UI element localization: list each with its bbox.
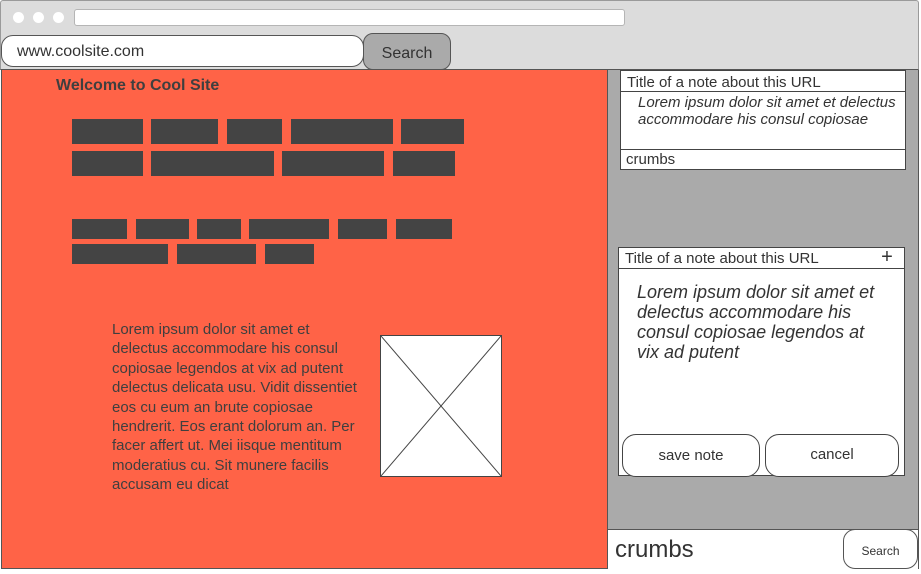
body-paragraph: Lorem ipsum dolor sit amet et delectus a… <box>112 321 357 494</box>
link-block[interactable] <box>177 244 256 264</box>
cancel-button[interactable]: cancel <box>765 434 899 477</box>
nav-link-block[interactable] <box>291 119 393 144</box>
window-close-dot[interactable] <box>13 12 24 23</box>
window-minimize-dot[interactable] <box>33 12 44 23</box>
divider <box>619 268 904 269</box>
nav-link-block[interactable] <box>227 119 282 144</box>
note-body: Lorem ipsum dolor sit amet et delectus a… <box>638 94 896 128</box>
window-maximize-dot[interactable] <box>53 12 64 23</box>
crumbs-input[interactable]: crumbs <box>615 536 694 564</box>
search-button[interactable]: Search <box>363 33 451 70</box>
link-block[interactable] <box>136 219 189 239</box>
crumbs-search-button[interactable]: Search <box>843 529 918 569</box>
nav-link-block[interactable] <box>72 119 143 144</box>
nav-link-block[interactable] <box>151 119 218 144</box>
link-block[interactable] <box>338 219 387 239</box>
link-block[interactable] <box>72 244 168 264</box>
link-block[interactable] <box>396 219 452 239</box>
nav-link-block[interactable] <box>72 151 143 176</box>
note-editor-textarea[interactable]: Lorem ipsum dolor sit amet et delectus a… <box>637 282 877 362</box>
nav-link-block[interactable] <box>151 151 274 176</box>
add-icon[interactable]: + <box>876 246 898 269</box>
link-block[interactable] <box>249 219 329 239</box>
image-placeholder <box>380 335 502 477</box>
nav-link-block[interactable] <box>401 119 464 144</box>
note-title[interactable]: Title of a note about this URL <box>621 72 905 92</box>
nav-link-block[interactable] <box>393 151 455 176</box>
url-input[interactable]: www.coolsite.com <box>1 35 364 67</box>
browser-url-bar[interactable] <box>74 9 625 26</box>
save-note-button[interactable]: save note <box>622 434 760 477</box>
note-crumbs[interactable]: crumbs <box>621 149 905 169</box>
page-title: Welcome to Cool Site <box>56 77 220 94</box>
link-block[interactable] <box>72 219 127 239</box>
link-block[interactable] <box>265 244 314 264</box>
note-editor-title[interactable]: Title of a note about this URL <box>625 250 819 267</box>
link-block[interactable] <box>197 219 241 239</box>
nav-link-block[interactable] <box>282 151 384 176</box>
